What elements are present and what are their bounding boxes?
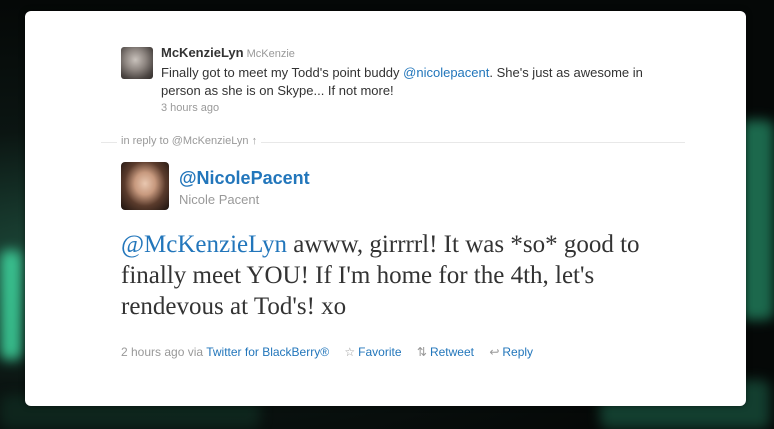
tweet-author: @NicolePacent Nicole Pacent — [121, 162, 681, 222]
mention-link[interactable]: @nicolepacent — [403, 65, 489, 80]
tweet-card: McKenzieLyn McKenzie Finally got to meet … — [25, 11, 746, 406]
tweet-meta: 2 hours ago via Twitter for BlackBerry® … — [121, 345, 533, 359]
author-handle[interactable]: @NicolePacent — [179, 168, 310, 189]
star-icon: ☆ — [344, 345, 356, 359]
author-name: Nicole Pacent — [179, 192, 260, 207]
reply-icon: ↩ — [489, 345, 500, 359]
avatar[interactable] — [121, 47, 153, 79]
original-username[interactable]: McKenzieLyn — [161, 45, 244, 60]
original-text-part: Finally got to meet my Todd's point budd… — [161, 65, 404, 80]
retweet-icon: ⇅ — [416, 345, 427, 359]
mention-link[interactable]: @McKenzieLyn — [121, 231, 287, 258]
original-timestamp[interactable]: 3 hours ago — [161, 102, 681, 114]
background-glow — [0, 250, 22, 360]
reply-button[interactable]: ↩ Reply — [489, 345, 533, 359]
retweet-button[interactable]: ⇅ Retweet — [417, 345, 474, 359]
source-link[interactable]: Twitter for BlackBerry® — [206, 345, 329, 359]
in-reply-to-link[interactable]: in reply to @McKenzieLyn ↑ — [117, 135, 262, 147]
retweet-label: Retweet — [429, 345, 474, 359]
reply-label: Reply — [502, 345, 534, 359]
favorite-button[interactable]: ☆ Favorite — [344, 345, 401, 359]
favorite-label: Favorite — [358, 345, 402, 359]
in-reply-to-bar: in reply to @McKenzieLyn ↑ — [101, 135, 685, 149]
via-label: via — [184, 345, 207, 359]
tweet-text: @McKenzieLyn awww, girrrrl! It was *so* … — [121, 229, 691, 322]
avatar[interactable] — [121, 162, 169, 210]
tweet-timestamp[interactable]: 2 hours ago — [121, 345, 184, 359]
original-fullname: McKenzie — [246, 48, 295, 60]
original-tweet-text: Finally got to meet my Todd's point budd… — [161, 64, 681, 100]
